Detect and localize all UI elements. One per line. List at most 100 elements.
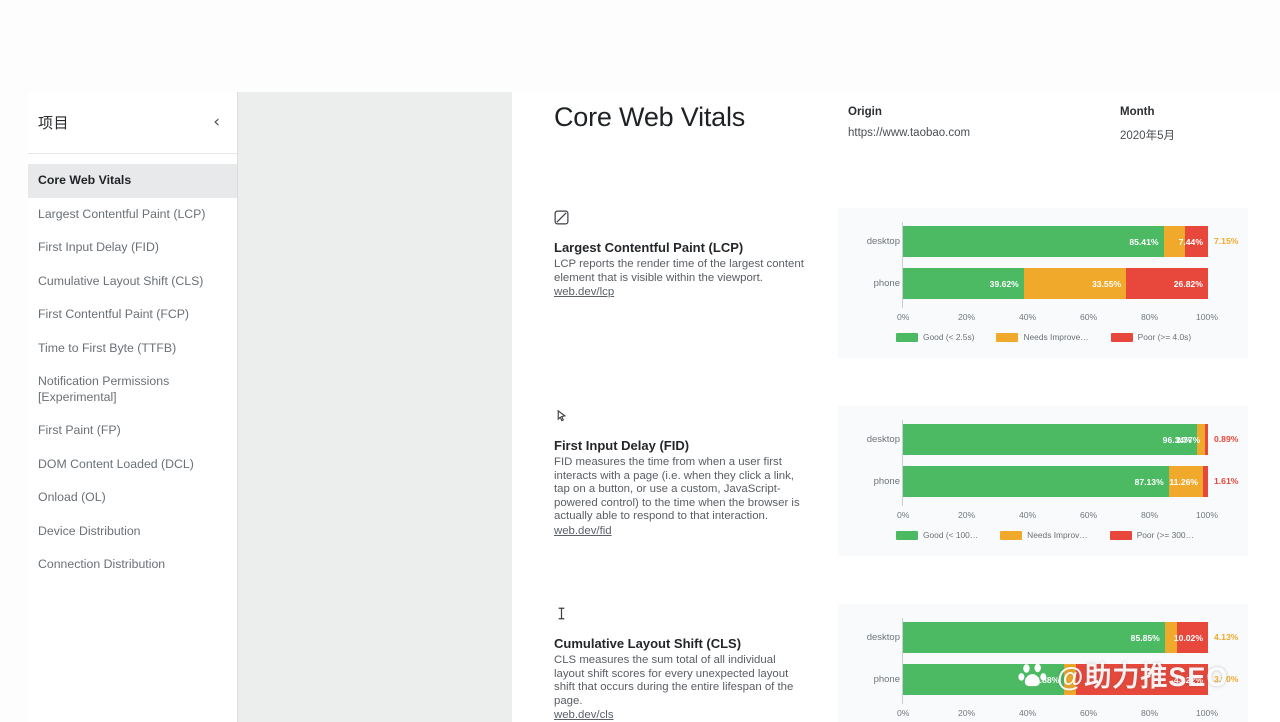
sidebar-item-5[interactable]: Time to First Byte (TTFB) xyxy=(28,332,238,366)
x-tick: 40% xyxy=(1019,708,1037,718)
chart-card-2: desktop 4.13% 85.85% 10.02% phone 3.90% 52.88%… xyxy=(838,604,1248,722)
metric-title: Cumulative Layout Shift (CLS) xyxy=(554,636,742,651)
bar-segment-poor[interactable]: 26.82% xyxy=(1126,268,1208,299)
sidebar-item-0[interactable]: Core Web Vitals xyxy=(28,164,238,198)
x-tick: 60% xyxy=(1080,312,1098,322)
legend-item-poor[interactable]: Poor (>= 300… xyxy=(1109,530,1194,540)
sidebar-menu: Core Web Vitals Largest Contentful Paint … xyxy=(28,154,238,582)
bar-segment-good[interactable]: 52.88% xyxy=(903,664,1065,695)
sidebar-item-7[interactable]: First Paint (FP) xyxy=(28,414,238,448)
legend-swatch-ni xyxy=(1000,530,1023,540)
metric-title: Largest Contentful Paint (LCP) xyxy=(554,240,744,255)
sidebar-item-4[interactable]: First Contentful Paint (FCP) xyxy=(28,298,238,332)
sidebar-title: 项目 xyxy=(38,115,70,132)
image-placeholder-icon xyxy=(554,210,570,226)
metric-title: First Input Delay (FID) xyxy=(554,438,690,453)
x-tick: 100% xyxy=(1196,312,1218,322)
metric-description-block: LCP reports the render time of the large… xyxy=(554,258,804,300)
metric-section-1: First Input Delay (FID) FID measures the … xyxy=(512,386,1280,584)
legend-item-ni[interactable]: Needs Improv… xyxy=(1000,530,1088,540)
sidebar-item-2[interactable]: First Input Delay (FID) xyxy=(28,231,238,265)
metric-doc-link[interactable]: web.dev/lcp xyxy=(554,286,804,300)
sidebar-item-8[interactable]: DOM Content Loaded (DCL) xyxy=(28,448,238,482)
bar-value-label: 26.82% xyxy=(1173,278,1203,289)
bar-segment-ni[interactable] xyxy=(1064,664,1077,695)
report-pane: Core Web Vitals Origin https://www.taoba… xyxy=(512,92,1280,722)
sidebar-item-10[interactable]: Device Distribution xyxy=(28,515,238,549)
x-tick: 80% xyxy=(1141,510,1159,520)
bar-segment-good[interactable]: 87.13% xyxy=(903,466,1169,497)
bar-segment-ni[interactable]: 2.77% xyxy=(1176,424,1206,455)
bar-row-label-phone: phone xyxy=(873,476,900,487)
bar-value-label: 85.41% xyxy=(1129,236,1159,247)
bar-row-desktop[interactable]: 85.85% 10.02% xyxy=(903,622,1208,653)
bar-row-desktop[interactable]: 85.41% 7.44% xyxy=(903,226,1208,257)
bar-segment-good[interactable]: 39.62% xyxy=(903,268,1024,299)
metric-doc-link[interactable]: web.dev/cls xyxy=(554,709,804,722)
sidebar-item-1[interactable]: Largest Contentful Paint (LCP) xyxy=(28,198,238,232)
x-tick: 0% xyxy=(897,312,910,322)
bar-segment-ni[interactable]: 11.26% xyxy=(1168,466,1204,497)
bar-segment-poor[interactable] xyxy=(1205,424,1208,455)
bar-value-label: 87.13% xyxy=(1134,476,1164,487)
origin-label: Origin xyxy=(848,106,882,118)
origin-value: https://www.taobao.com xyxy=(848,127,971,139)
text-cursor-icon xyxy=(554,606,570,622)
legend-label: Needs Improv… xyxy=(1027,530,1088,540)
bar-segment-good[interactable]: 96.34% xyxy=(903,424,1197,455)
legend-label: Poor (>= 4.0s) xyxy=(1137,332,1192,342)
bar-segment-poor[interactable] xyxy=(1203,466,1208,497)
bar-segment-ni[interactable]: 33.55% xyxy=(1023,268,1127,299)
metric-description: LCP reports the render time of the large… xyxy=(554,258,804,284)
x-tick: 60% xyxy=(1080,510,1098,520)
metric-description: FID measures the time from when a user f… xyxy=(554,456,800,523)
x-tick: 0% xyxy=(897,708,910,718)
bar-segment-good[interactable]: 85.85% xyxy=(903,622,1165,653)
legend-label: Needs Improve… xyxy=(1023,332,1089,342)
bar-segment-poor[interactable]: 10.02% xyxy=(1173,622,1208,653)
x-tick: 0% xyxy=(897,510,910,520)
stacked-bar-chart: desktop 4.13% 85.85% 10.02% phone 3.90% 52.88%… xyxy=(838,604,1248,722)
bar-value-label: 10.02% xyxy=(1173,632,1203,643)
bar-row-phone[interactable]: 39.62% 33.55% 26.82% xyxy=(903,268,1208,299)
legend-item-ni[interactable]: Needs Improve… xyxy=(996,332,1089,342)
secondary-panel xyxy=(237,92,512,722)
bar-row-desktop[interactable]: 96.34% 2.77% xyxy=(903,424,1208,455)
legend-label: Good (< 100… xyxy=(923,530,979,540)
bar-row-phone[interactable]: 87.13% 11.26% xyxy=(903,466,1208,497)
legend-swatch-good xyxy=(896,530,918,540)
stacked-bar-chart: desktop 7.15% 85.41% 7.44% phone 39.62% 33.55%… xyxy=(838,208,1248,358)
bar-segment-good[interactable]: 85.41% xyxy=(903,226,1164,257)
chart-card-1: desktop 0.89% 96.34% 2.77% phone 1.61% 87.13% 1… xyxy=(838,406,1248,556)
metric-list: Largest Contentful Paint (LCP) LCP report… xyxy=(512,188,1280,722)
legend-item-poor[interactable]: Poor (>= 4.0s) xyxy=(1110,332,1192,342)
legend-swatch-ni xyxy=(996,332,1019,342)
x-tick: 20% xyxy=(958,510,976,520)
sidebar-item-6[interactable]: Notification Permissions [Experimental] xyxy=(28,365,238,414)
origin-meta: Origin https://www.taobao.com xyxy=(848,106,970,139)
legend-item-good[interactable]: Good (< 100… xyxy=(896,530,978,540)
bar-outside-value-label: 7.15% xyxy=(1214,236,1239,246)
bar-segment-poor[interactable]: 43.22% xyxy=(1076,664,1208,695)
sidebar-item-9[interactable]: Onload (OL) xyxy=(28,481,238,515)
x-tick: 60% xyxy=(1080,708,1098,718)
chart-legend: Good (< 2.5s) Needs Improve… Poor (>= 4.0s… xyxy=(896,332,1236,342)
bar-row-label-phone: phone xyxy=(873,278,900,289)
bar-row-phone[interactable]: 52.88% 43.22% xyxy=(903,664,1208,695)
metric-description: CLS measures the sum total of all indivi… xyxy=(554,654,794,707)
metric-doc-link[interactable]: web.dev/fid xyxy=(554,525,804,539)
x-tick: 40% xyxy=(1019,510,1037,520)
sidebar-item-3[interactable]: Cumulative Layout Shift (CLS) xyxy=(28,265,238,299)
legend-item-good[interactable]: Good (< 2.5s) xyxy=(896,332,974,342)
bar-row-label-desktop: desktop xyxy=(866,434,900,445)
x-tick: 100% xyxy=(1196,510,1218,520)
bar-value-label: 43.22% xyxy=(1173,674,1203,685)
sidebar-item-11[interactable]: Connection Distribution xyxy=(28,548,238,582)
bar-row-label-desktop: desktop xyxy=(866,632,900,643)
x-tick: 20% xyxy=(958,708,976,718)
month-meta: Month 2020年5月 xyxy=(1120,106,1175,143)
x-tick: 80% xyxy=(1141,312,1159,322)
bar-segment-poor[interactable]: 7.44% xyxy=(1179,226,1208,257)
month-label: Month xyxy=(1120,106,1155,118)
chevron-left-icon[interactable]: ‹ xyxy=(207,112,226,133)
